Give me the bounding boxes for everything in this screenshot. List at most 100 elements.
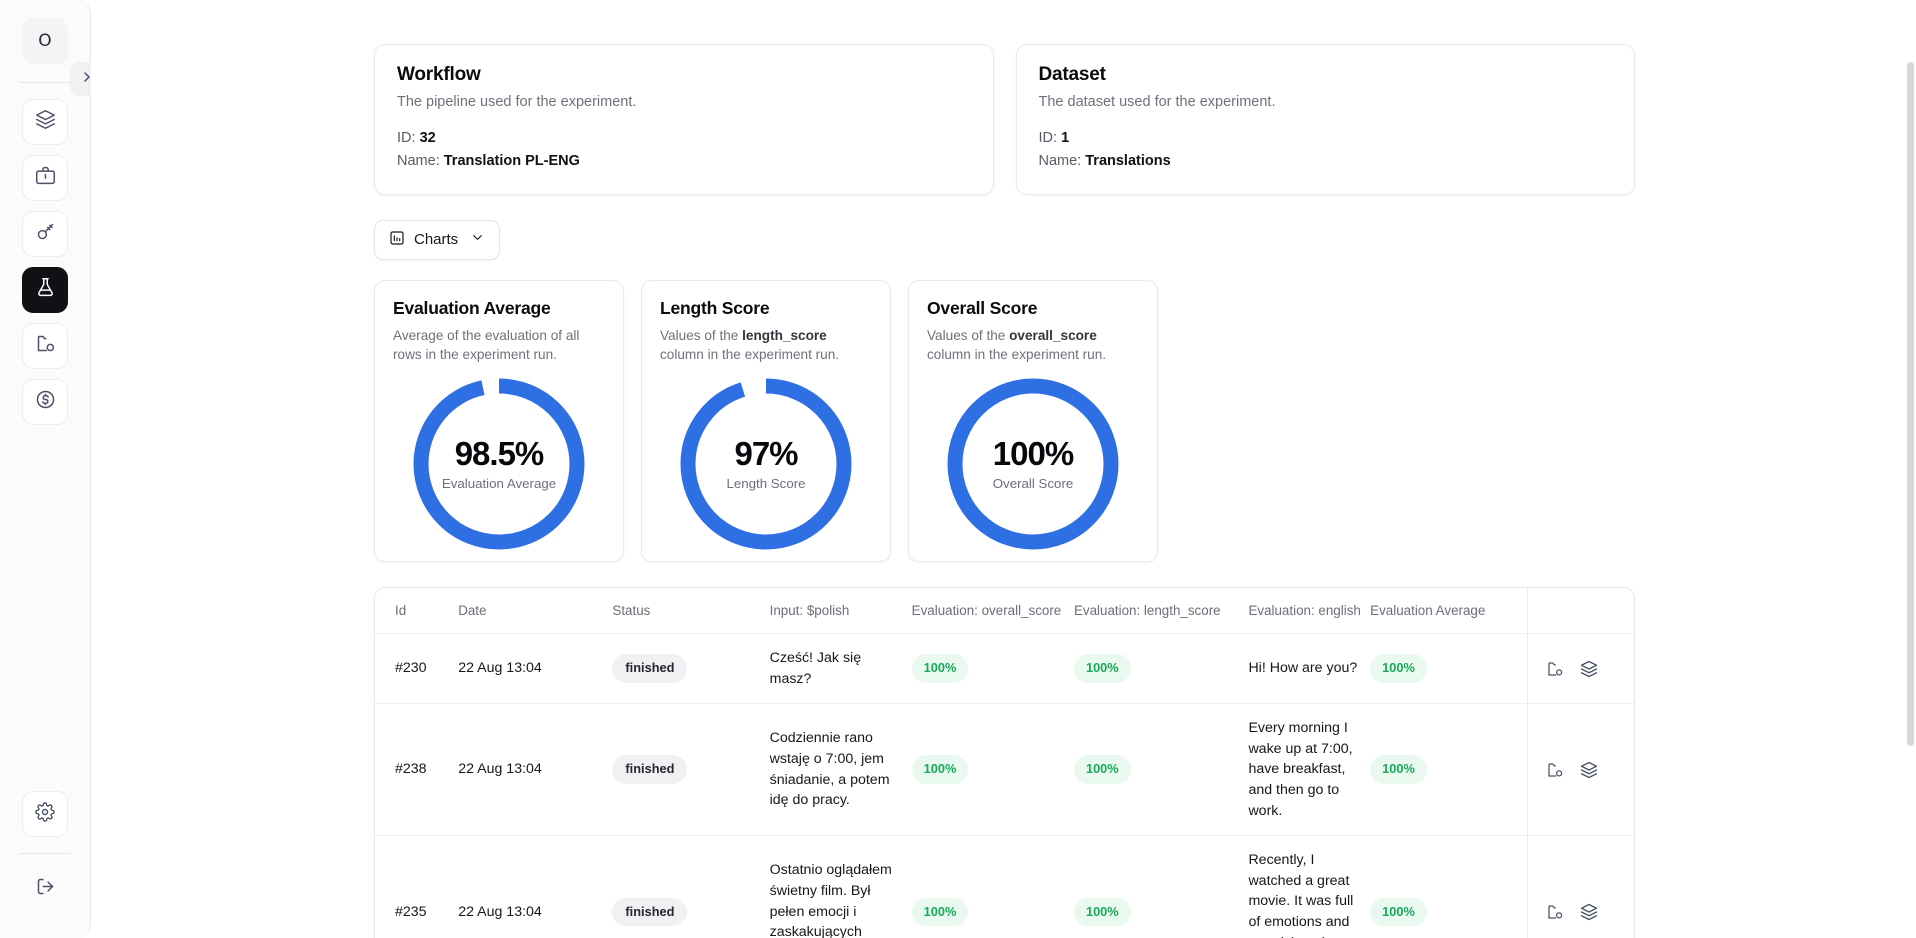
summary-cards-row: Workflow The pipeline used for the exper…	[374, 44, 1635, 195]
donut-label: Overall Score	[992, 475, 1074, 491]
sidebar-item-settings[interactable]	[22, 791, 68, 837]
table-header: Id Date Status Input: $polish Evaluation: ov…	[375, 587, 1634, 634]
dataset-card-name-row: Name: Translations	[1039, 150, 1613, 173]
score-card-subtitle: Values of the overall_score column in th…	[927, 327, 1107, 363]
dataset-card-subtitle: The dataset used for the experiment.	[1038, 94, 1276, 110]
workflow-card-name-row: Name: Translation PL-ENG	[397, 150, 971, 173]
row-length-score: 100%	[1073, 703, 1249, 837]
sidebar-item-workspaces[interactable]	[22, 155, 68, 201]
sidebar-divider-bottom	[19, 853, 71, 854]
donut-gauge: 97% Length Score	[677, 375, 855, 553]
score-card-2: Length Score Values of the length_score c…	[641, 279, 891, 562]
table-row[interactable]: #235 22 Aug 13:04 finished Ostatnio oglądał…	[375, 835, 1634, 938]
sidebar-item-datasets[interactable]	[22, 323, 68, 369]
donut-value: 98.5%	[454, 434, 545, 472]
sidebar-item-billing[interactable]	[22, 379, 68, 425]
charts-dropdown-button[interactable]: Charts	[374, 219, 501, 260]
row-status: finished	[612, 703, 770, 837]
score-card-title: Length Score	[660, 297, 770, 318]
status-badge: finished	[612, 654, 688, 683]
workflow-id-value: 32	[419, 130, 436, 146]
workflow-id-label: ID:	[397, 130, 416, 146]
workflow-card-title: Workflow	[397, 64, 481, 85]
table-row[interactable]: #230 22 Aug 13:04 finished Cześć! Jak się m…	[375, 633, 1634, 705]
row-status: finished	[612, 633, 770, 705]
donut-label: Evaluation Average	[441, 475, 557, 491]
sidebar-item-projects[interactable]	[22, 99, 68, 145]
score-card-subtitle: Average of the evaluation of all rows in…	[393, 327, 580, 363]
workflow-card-id-row: ID: 32	[397, 127, 971, 150]
workflow-name-label: Name:	[397, 153, 440, 170]
table-column-header[interactable]: Evaluation Average	[1370, 587, 1528, 634]
workflow-card: Workflow The pipeline used for the exper…	[374, 44, 994, 195]
donut-gauge: 98.5% Evaluation Average	[410, 375, 588, 553]
row-id: #230	[375, 633, 459, 705]
row-input: Codziennie rano wstaję o 7:00, jem śniad…	[769, 703, 912, 837]
status-badge: finished	[612, 897, 688, 927]
donut-center: 100% Overall Score	[944, 375, 1122, 553]
folder-dot-icon	[35, 333, 56, 359]
score-badge: 100%	[1073, 654, 1131, 683]
row-english: Every morning I wake up at 7:00, have br…	[1248, 703, 1371, 837]
layers-icon[interactable]	[1580, 660, 1598, 678]
open-folder-icon[interactable]	[1546, 761, 1564, 779]
chart-square-icon	[389, 230, 405, 250]
org-avatar[interactable]: O	[22, 18, 68, 64]
dataset-card: Dataset The dataset used for the experim…	[1015, 44, 1635, 195]
row-evaluation-average: 100%	[1370, 703, 1528, 837]
open-folder-icon[interactable]	[1546, 660, 1564, 678]
score-badge: 100%	[911, 897, 969, 927]
row-overall-score: 100%	[911, 633, 1074, 705]
layers-icon[interactable]	[1580, 903, 1598, 921]
row-english: Hi! How are you?	[1248, 633, 1371, 705]
donut-value: 97%	[734, 434, 798, 472]
table-column-header[interactable]	[1526, 587, 1634, 634]
table-body: #230 22 Aug 13:04 finished Cześć! Jak się m…	[375, 633, 1634, 938]
donut-gauge: 100% Overall Score	[944, 375, 1122, 553]
donut-center: 98.5% Evaluation Average	[410, 375, 588, 553]
row-input: Cześć! Jak się masz?	[769, 633, 912, 705]
table-column-header[interactable]: Status	[612, 587, 770, 634]
table-column-header[interactable]: Evaluation: overall_score	[911, 587, 1074, 634]
sidebar-item-experiments[interactable]	[22, 267, 68, 313]
table-column-header[interactable]: Id	[375, 587, 459, 634]
sidebar-divider-top	[19, 82, 71, 83]
donut-center: 97% Length Score	[677, 375, 855, 553]
row-english: Recently, I watched a great movie. It wa…	[1248, 835, 1371, 938]
layers-icon[interactable]	[1580, 761, 1598, 779]
layers-icon	[35, 109, 56, 135]
row-date: 22 Aug 13:04	[458, 703, 613, 837]
key-icon	[35, 221, 56, 247]
workflow-name-value: Translation PL-ENG	[443, 153, 580, 170]
dataset-id-label: ID:	[1038, 130, 1058, 146]
page-scrollbar-thumb[interactable]	[1907, 62, 1914, 746]
table-column-header[interactable]: Date	[458, 587, 613, 634]
row-input: Ostatnio oglądałem świetny film. Był peł…	[769, 835, 912, 938]
dataset-name-label: Name:	[1038, 153, 1082, 170]
score-badge: 100%	[911, 755, 969, 784]
sidebar-item-api-keys[interactable]	[22, 211, 68, 257]
table-row[interactable]: #238 22 Aug 13:04 finished Codziennie rano …	[375, 703, 1634, 837]
dataset-id-value: 1	[1061, 130, 1070, 146]
row-overall-score: 100%	[911, 835, 1074, 938]
score-badge: 100%	[1073, 897, 1131, 927]
score-cards-row: Evaluation Average Average of the evaluat…	[374, 279, 1916, 562]
workflow-card-subtitle: The pipeline used for the experiment.	[397, 94, 637, 110]
score-badge: 100%	[911, 654, 969, 683]
score-card-subtitle: Values of the length_score column in the…	[660, 327, 840, 363]
table-column-header[interactable]: Evaluation: length_score	[1073, 587, 1249, 634]
status-badge: finished	[612, 755, 688, 784]
row-date: 22 Aug 13:04	[458, 835, 613, 938]
table-column-header[interactable]: Evaluation: english	[1248, 587, 1371, 634]
score-badge: 100%	[1370, 755, 1427, 784]
row-overall-score: 100%	[911, 703, 1074, 837]
row-actions	[1526, 835, 1634, 938]
briefcase-icon	[35, 165, 56, 191]
sidebar-item-logout[interactable]	[22, 866, 68, 912]
table-column-header[interactable]: Input: $polish	[769, 587, 912, 634]
score-card-title: Evaluation Average	[393, 297, 551, 318]
open-folder-icon[interactable]	[1546, 903, 1564, 921]
row-id: #235	[375, 835, 459, 938]
main-content: Workflow The pipeline used for the exper…	[91, 0, 1916, 938]
score-card-1: Evaluation Average Average of the evaluat…	[374, 279, 624, 562]
